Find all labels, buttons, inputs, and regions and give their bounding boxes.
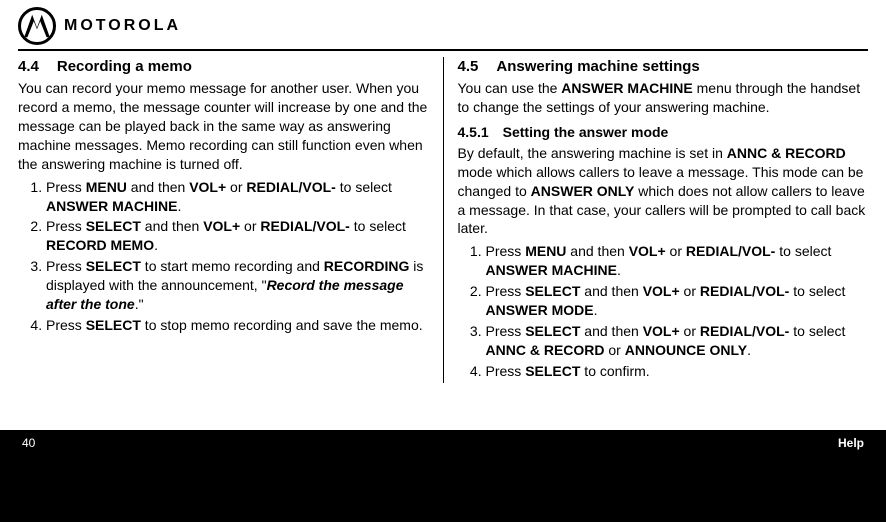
section-4-4-intro: You can record your memo message for ano… [18, 79, 429, 173]
section-4-5-1-steps: Press MENU and then VOL+ or REDIAL/VOL- … [458, 242, 869, 380]
header-separator [18, 49, 868, 51]
list-item: Press SELECT and then VOL+ or REDIAL/VOL… [486, 322, 869, 360]
page-footer: 40 Help [0, 430, 886, 495]
list-item: Press SELECT and then VOL+ or REDIAL/VOL… [46, 217, 429, 255]
list-item: Press SELECT to confirm. [486, 362, 869, 381]
motorola-logo-icon [18, 7, 56, 45]
list-item: Press SELECT and then VOL+ or REDIAL/VOL… [486, 282, 869, 320]
list-item: Press MENU and then VOL+ or REDIAL/VOL- … [486, 242, 869, 280]
section-4-4-heading: 4.4Recording a memo [18, 57, 429, 77]
section-4-5-heading: 4.5Answering machine settings [458, 57, 869, 77]
section-4-5-intro: You can use the ANSWER MACHINE menu thro… [458, 79, 869, 117]
brand-name: MOTOROLA [64, 17, 181, 35]
right-column: 4.5Answering machine settings You can us… [444, 57, 869, 383]
section-4-4-steps: Press MENU and then VOL+ or REDIAL/VOL- … [18, 178, 429, 335]
brand-header: MOTOROLA [18, 7, 868, 45]
section-4-5-1-heading: 4.5.1Setting the answer mode [458, 123, 869, 142]
list-item: Press SELECT to start memo recording and… [46, 257, 429, 314]
page-number: 40 [22, 436, 35, 450]
footer-help-label: Help [838, 436, 864, 450]
left-column: 4.4Recording a memo You can record your … [18, 57, 444, 383]
section-4-5-1-body: By default, the answering machine is set… [458, 144, 869, 238]
list-item: Press SELECT to stop memo recording and … [46, 316, 429, 335]
list-item: Press MENU and then VOL+ or REDIAL/VOL- … [46, 178, 429, 216]
